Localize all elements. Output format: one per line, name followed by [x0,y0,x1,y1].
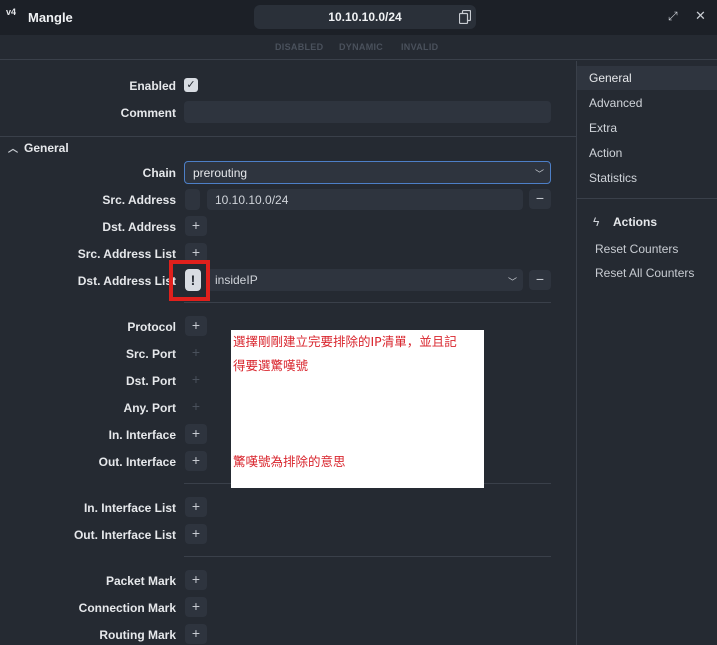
src-address-label: Src. Address [102,193,176,207]
divider [184,302,551,303]
flag-dynamic: DYNAMIC [339,42,384,52]
connection-mark-add-button[interactable]: + [185,597,207,617]
src-address-remove-button[interactable]: − [529,189,551,209]
annotation-line-2: 得要選驚嘆號 [233,358,309,373]
ipv4-icon: v4 [6,7,17,17]
in-interface-list-add-button[interactable]: + [185,497,207,517]
src-address-negate-toggle[interactable] [185,189,200,210]
tab-advanced[interactable]: Advanced [577,91,717,115]
section-general-title: General [24,141,69,155]
out-interface-list-label: Out. Interface List [73,528,176,542]
divider [0,136,576,137]
annotation-line-3: 驚嘆號為排除的意思 [233,454,346,469]
divider [184,556,551,557]
annotation-note: 選擇剛剛建立完要排除的IP清單，並且記 得要選驚嘆號 驚嘆號為排除的意思 [231,330,484,488]
src-port-label: Src. Port [125,347,176,361]
packet-mark-add-button[interactable]: + [185,570,207,590]
dst-address-add-button[interactable]: + [185,216,207,236]
expand-icon[interactable]: ⤢ [668,9,678,24]
copy-icon[interactable] [459,10,471,24]
src-port-add-button[interactable]: + [185,343,207,363]
close-icon[interactable]: ✕ [695,8,706,24]
title-bar: v4 Mangle 10.10.10.0/24 ⤢ ✕ [0,0,717,35]
connection-mark-label: Connection Mark [78,601,176,615]
protocol-label: Protocol [127,320,176,334]
chevron-down-icon: ﹀ [534,169,544,179]
routing-mark-add-button[interactable]: + [185,624,207,644]
out-interface-list-add-button[interactable]: + [185,524,207,544]
any-port-add-button[interactable]: + [185,397,207,417]
dst-address-list-select[interactable]: insideIP ﹀ [207,269,523,291]
src-address-list-label: Src. Address List [77,247,176,261]
flag-disabled: DISABLED [275,42,324,52]
status-flags: DISABLED DYNAMIC INVALID [0,35,717,60]
chain-value: prerouting [193,166,248,180]
address-text: 10.10.10.0/24 [328,10,402,24]
reset-counters-button[interactable]: Reset Counters [595,242,678,256]
out-interface-label: Out. Interface [98,455,176,469]
comment-field[interactable] [184,101,551,123]
comment-label: Comment [120,106,176,120]
actions-header: ϟ Actions [593,215,657,229]
tab-statistics[interactable]: Statistics [577,166,717,190]
flag-invalid: INVALID [401,42,439,52]
enabled-label: Enabled [129,79,176,93]
right-sidebar: General Advanced Extra Action Statistics… [576,61,717,645]
section-general-toggle[interactable]: ︿ General [8,140,69,155]
chevron-up-icon: ︿ [8,144,18,155]
src-address-input[interactable]: 10.10.10.0/24 [207,189,523,210]
actions-title: Actions [613,215,658,229]
window-title: Mangle [28,10,73,25]
src-address-value: 10.10.10.0/24 [215,193,289,207]
tab-extra[interactable]: Extra [577,116,717,140]
chain-select[interactable]: prerouting ﹀ [184,161,551,184]
dst-address-list-remove-button[interactable]: − [529,270,551,290]
annotation-line-1: 選擇剛剛建立完要排除的IP清單，並且記 [233,334,457,349]
enabled-checkbox[interactable]: ✓ [184,78,198,92]
dst-port-add-button[interactable]: + [185,370,207,390]
lightning-icon: ϟ [593,215,600,229]
in-interface-label: In. Interface [108,428,176,442]
reset-all-counters-button[interactable]: Reset All Counters [595,266,694,280]
protocol-add-button[interactable]: + [185,316,207,336]
tab-action[interactable]: Action [577,141,717,165]
any-port-label: Any. Port [123,401,176,415]
chevron-down-icon: ﹀ [507,277,517,287]
dst-address-label: Dst. Address [102,220,176,234]
out-interface-add-button[interactable]: + [185,451,207,471]
in-interface-add-button[interactable]: + [185,424,207,444]
dst-address-list-value: insideIP [215,273,258,287]
packet-mark-label: Packet Mark [105,574,176,588]
divider [577,198,717,199]
chain-label: Chain [142,166,176,180]
routing-mark-label: Routing Mark [99,628,176,642]
in-interface-list-label: In. Interface List [83,501,176,515]
dst-address-list-label: Dst. Address List [77,274,176,288]
tab-general[interactable]: General [577,66,717,90]
dst-port-label: Dst. Port [125,374,176,388]
highlight-box [169,260,210,301]
address-pill: 10.10.10.0/24 [254,5,476,29]
